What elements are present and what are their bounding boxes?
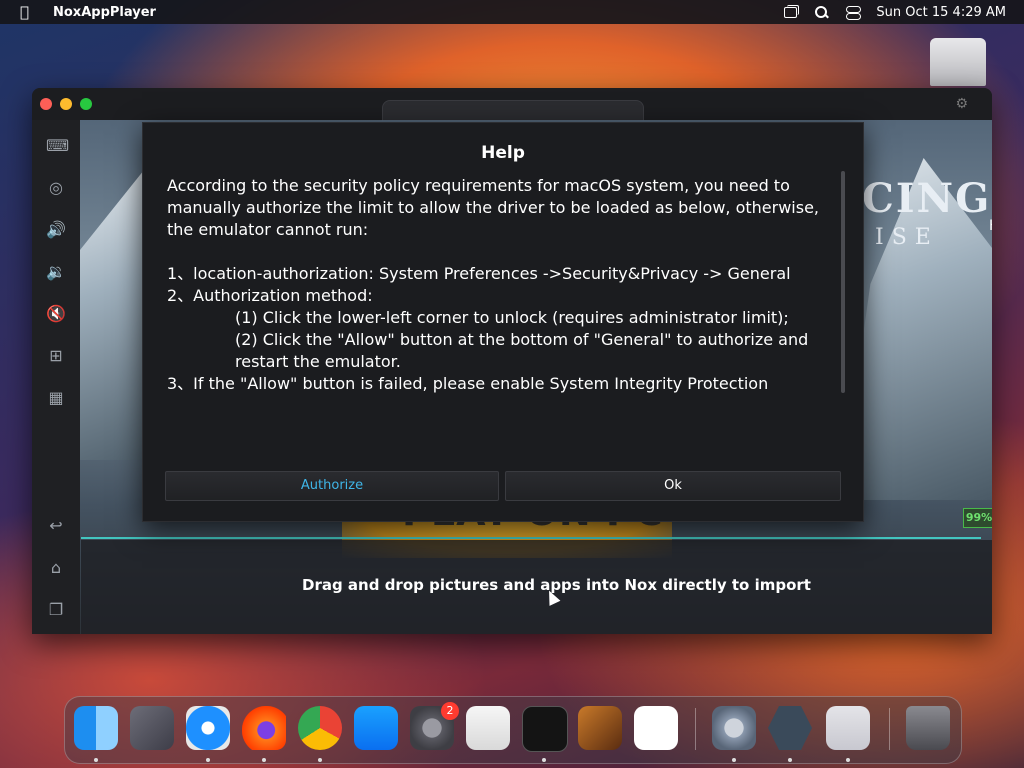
game-edge-text: K (989, 218, 992, 234)
app-menu-name[interactable]: NoxAppPlayer (53, 5, 156, 20)
authorize-button[interactable]: Authorize (165, 471, 499, 501)
dialog-body: According to the security policy require… (167, 175, 827, 455)
notification-badge: 2 (441, 702, 459, 720)
dialog-step-2: 2、Authorization method: (167, 286, 373, 305)
progress-percentage: 99% (963, 508, 992, 528)
control-center-icon[interactable] (845, 5, 862, 20)
menu-bar:  NoxAppPlayer Sun Oct 15 4:29 AM (0, 0, 1024, 24)
nox-sidebar: ⌨ ◎ 🔊 🔉 🔇 ⊞ ▦ ↩ ⌂ ❐ (32, 120, 80, 634)
help-dialog: Help According to the security policy re… (142, 122, 864, 522)
preview-icon[interactable] (826, 706, 870, 750)
location-icon[interactable]: ◎ (46, 178, 66, 198)
game-title: CING (862, 175, 992, 222)
nox-running-dot (788, 758, 792, 762)
chrome-running-dot (318, 758, 322, 762)
maximize-window-button[interactable] (80, 98, 92, 110)
settings-gear-icon[interactable]: ⚙ (955, 96, 968, 112)
textedit-icon[interactable] (466, 706, 510, 750)
apk-install-icon[interactable]: ⊞ (46, 346, 66, 366)
nox-title-tab (382, 100, 644, 121)
volume-down-icon[interactable]: 🔉 (46, 262, 66, 282)
firefox-icon[interactable] (242, 706, 286, 750)
home-icon[interactable]: ⌂ (46, 558, 66, 578)
keyboard-icon[interactable]: ⌨ (46, 136, 69, 156)
menu-clock[interactable]: Sun Oct 15 4:29 AM (876, 5, 1006, 20)
safari-icon[interactable] (186, 706, 230, 750)
spotlight-search-icon[interactable] (814, 5, 830, 19)
desktop-drive-icon[interactable] (930, 38, 986, 86)
drop-zone-text: Drag and drop pictures and apps into Nox… (302, 576, 811, 594)
terminal-running-dot (542, 758, 546, 762)
safari-running-dot (206, 758, 210, 762)
dialog-step-2a: (1) Click the lower-left corner to unloc… (235, 308, 789, 327)
screen-mirroring-icon[interactable] (783, 5, 800, 19)
dialog-title: Help (481, 143, 525, 163)
close-window-button[interactable] (40, 98, 52, 110)
finder-running-dot (94, 758, 98, 762)
finder-icon[interactable] (74, 706, 118, 750)
dock-separator-2 (889, 708, 890, 750)
trash-icon[interactable] (906, 706, 950, 750)
screenshot-icon[interactable]: ▦ (46, 388, 66, 408)
garageband-icon[interactable] (578, 706, 622, 750)
dialog-step-3: 3、If the "Allow" button is failed, pleas… (167, 374, 769, 393)
app-store-icon[interactable] (354, 706, 398, 750)
progress-bar (81, 537, 981, 539)
back-icon[interactable]: ↩ (46, 516, 66, 536)
recent-apps-icon[interactable]: ❐ (46, 600, 66, 620)
apple-menu-icon[interactable]:  (20, 3, 36, 21)
minimize-window-button[interactable] (60, 98, 72, 110)
dialog-step-1: 1、location-authorization: System Prefere… (167, 264, 791, 283)
dialog-scrollbar[interactable] (841, 171, 845, 393)
dialog-intro: According to the security policy require… (167, 176, 820, 239)
game-subtitle: ISE (875, 225, 939, 250)
vscode-icon[interactable] (634, 706, 678, 750)
chrome-icon[interactable] (298, 706, 342, 750)
dialog-step-2b: (2) Click the "Allow" button at the bott… (235, 330, 809, 371)
dock-separator (695, 708, 696, 750)
system-settings-running-dot (732, 758, 736, 762)
launchpad-icon[interactable] (130, 706, 174, 750)
firefox-running-dot (262, 758, 266, 762)
mute-icon[interactable]: 🔇 (46, 304, 66, 324)
terminal-icon[interactable] (522, 706, 568, 752)
nox-title-bar[interactable]: ⚙ (32, 88, 992, 121)
volume-up-icon[interactable]: 🔊 (46, 220, 66, 240)
ok-button[interactable]: Ok (505, 471, 841, 501)
system-settings-icon[interactable] (712, 706, 756, 750)
preview-running-dot (846, 758, 850, 762)
